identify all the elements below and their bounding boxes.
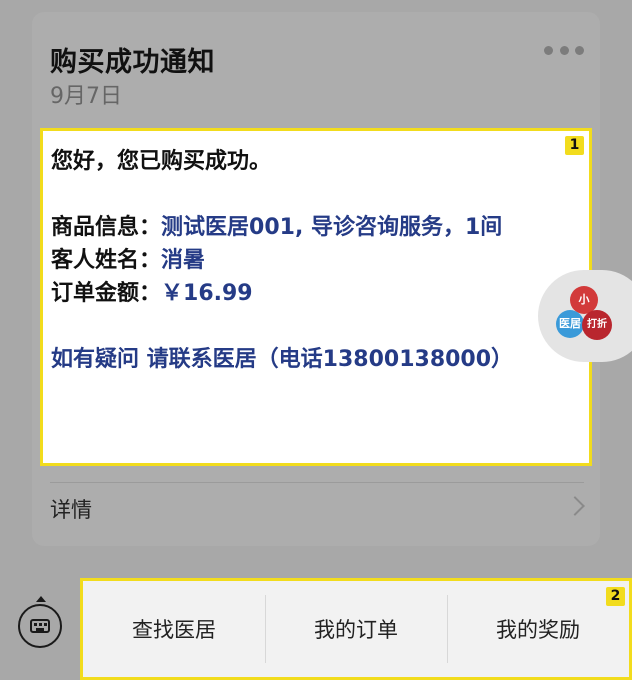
guest-name-label: 客人姓名： [51, 248, 162, 273]
order-amount-label: 订单金额： [51, 281, 162, 306]
annotation-badge-2: 2 [606, 587, 625, 606]
card-title: 购买成功通知 [50, 47, 215, 78]
guest-name-value: 消暑 [161, 248, 206, 273]
widget-right-circle: 打折 [582, 310, 612, 340]
widget-left-circle: 医居 [556, 310, 584, 338]
more-options-icon[interactable] [544, 44, 584, 56]
message-body: 您好，您已购买成功。 商品信息：测试医居001, 导诊咨询服务，1间 客人姓名：… [40, 128, 592, 466]
bottom-menu: 查找医居 我的订单 我的奖励 [80, 578, 632, 680]
floating-widget[interactable]: 小 医居 打折 [538, 270, 632, 362]
divider [50, 482, 584, 483]
keyboard-icon [30, 619, 50, 633]
keyboard-toggle-button[interactable] [18, 604, 62, 648]
menu-my-orders[interactable]: 我的订单 [265, 581, 447, 677]
order-amount-row: 订单金额：￥16.99 [51, 277, 581, 310]
card-date: 9月7日 [50, 84, 122, 109]
greeting-text: 您好，您已购买成功。 [51, 149, 272, 174]
contact-info: 如有疑问 请联系医居（电话13800138000） [51, 347, 514, 372]
annotation-badge-1: 1 [565, 136, 584, 155]
order-amount-value: ￥16.99 [161, 281, 253, 306]
menu-my-rewards[interactable]: 我的奖励 [447, 581, 629, 677]
menu-find-clinic[interactable]: 查找医居 [83, 581, 265, 677]
product-info-value: 测试医居001, 导诊咨询服务，1间 [161, 215, 503, 240]
detail-link[interactable]: 详情 [50, 494, 92, 524]
product-info-row: 商品信息：测试医居001, 导诊咨询服务，1间 [51, 211, 581, 244]
product-info-label: 商品信息： [51, 215, 162, 240]
caret-up-icon [36, 596, 46, 602]
guest-name-row: 客人姓名：消暑 [51, 244, 581, 277]
